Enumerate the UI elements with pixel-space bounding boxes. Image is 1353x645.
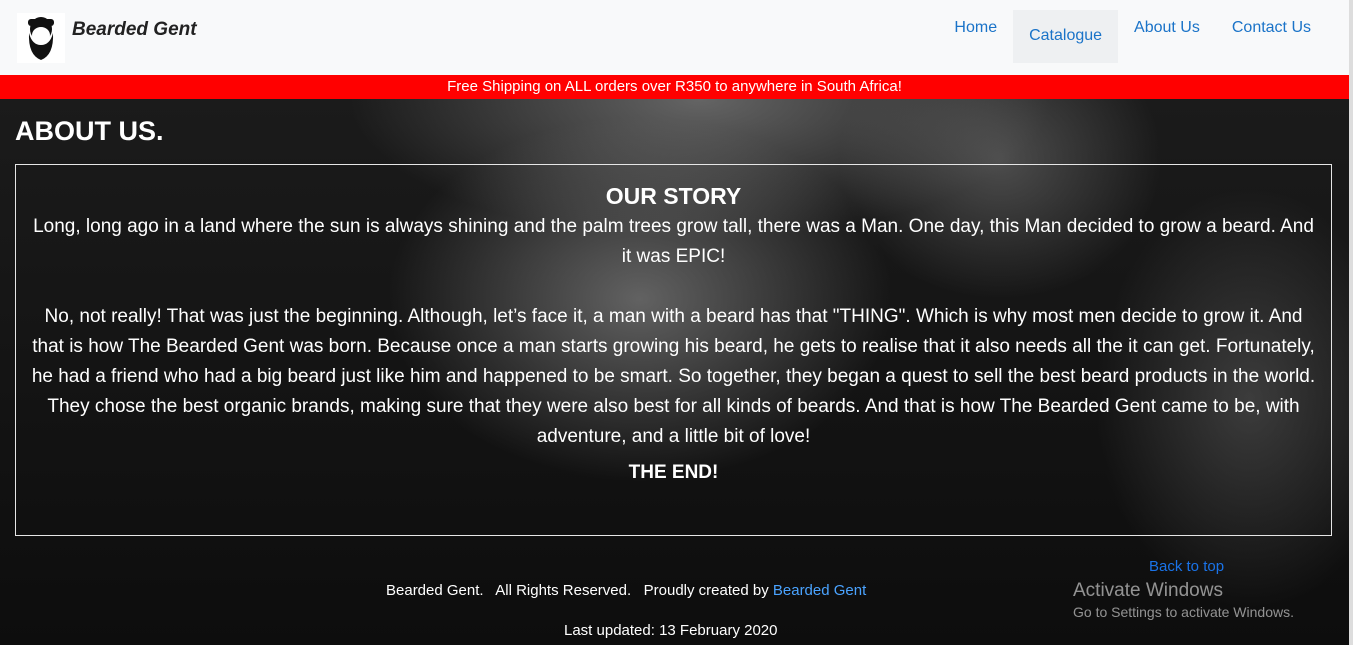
navbar: Bearded Gent Home Catalogue About Us Con… [0,0,1349,76]
bearded-man-icon [17,13,65,63]
story-end: THE END! [628,462,719,483]
creator-link[interactable]: Bearded Gent [773,582,866,599]
activate-subtitle: Go to Settings to activate Windows. [1073,604,1294,620]
story-paragraph: Long, long ago in a land where the sun i… [33,216,1314,267]
nav-home[interactable]: Home [938,10,1013,63]
back-to-top-link[interactable]: Back to top [1149,558,1224,575]
shipping-banner: Free Shipping on ALL orders over R350 to… [0,75,1349,99]
footer-rights: Bearded Gent. All Rights Reserved. Proud… [386,582,866,599]
rights-text: Bearded Gent. All Rights Reserved. Proud… [386,582,773,599]
page-title: ABOUT US. [15,116,164,146]
story-box: OUR STORY Long, long ago in a land where… [15,164,1332,536]
last-updated: Last updated: 13 February 2020 [564,622,778,639]
main-nav: Home Catalogue About Us Contact Us [938,10,1327,63]
nav-about-us[interactable]: About Us [1118,10,1216,63]
brand[interactable]: Bearded Gent [17,13,197,63]
nav-catalogue[interactable]: Catalogue [1013,10,1119,63]
activate-title: Activate Windows [1073,580,1223,601]
nav-contact-us[interactable]: Contact Us [1216,10,1327,63]
page-scrollbar[interactable] [1349,0,1353,645]
story-heading: OUR STORY [605,183,742,209]
story-paragraph: No, not really! That was just the beginn… [31,306,1316,447]
brand-name[interactable]: Bearded Gent [72,19,197,41]
activate-windows-watermark: Activate Windows Go to Settings to activ… [1073,580,1294,620]
